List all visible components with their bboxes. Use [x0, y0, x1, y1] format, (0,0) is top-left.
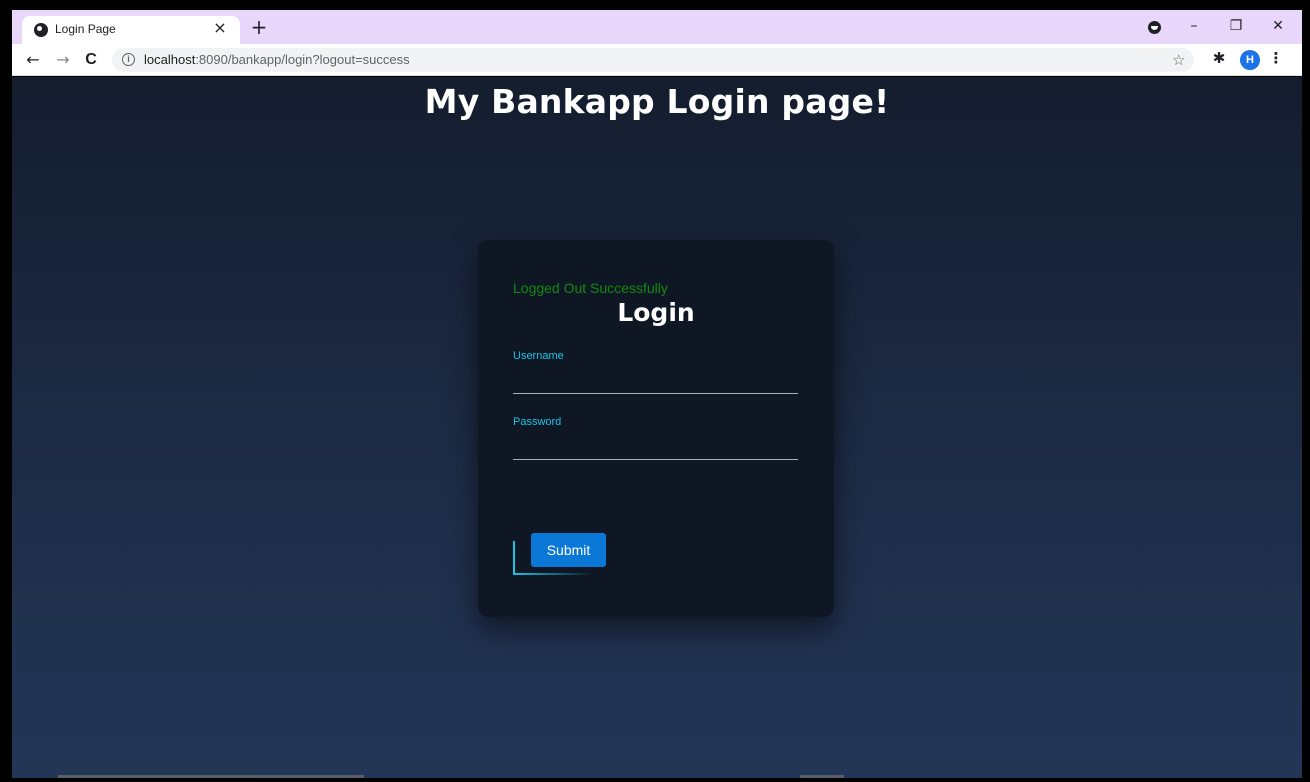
page-title: My Bankapp Login page!	[424, 82, 890, 121]
avatar[interactable]: H	[1240, 50, 1260, 70]
extensions-icon[interactable]: ✱	[1208, 49, 1230, 67]
new-tab-button[interactable]: +	[248, 15, 270, 39]
restore-icon[interactable]: ❐	[1224, 18, 1248, 34]
accent-line	[513, 541, 515, 573]
profile-indicator-icon[interactable]	[1148, 21, 1161, 34]
close-window-icon[interactable]: ✕	[1266, 18, 1290, 34]
submit-button[interactable]: Submit	[531, 533, 606, 567]
url-text: localhost:8090/bankapp/login?logout=succ…	[144, 52, 410, 67]
tab-title: Login Page	[55, 22, 116, 36]
reload-icon[interactable]: C	[80, 49, 102, 71]
address-bar[interactable]: i localhost:8090/bankapp/login?logout=su…	[112, 48, 1194, 72]
browser-toolbar: ← → C i localhost:8090/bankapp/login?log…	[12, 44, 1302, 76]
scrollbar[interactable]	[800, 775, 844, 778]
bookmark-star-icon[interactable]: ☆	[1172, 51, 1185, 69]
login-card: Logged Out Successfully Login Username P…	[478, 240, 834, 617]
login-heading: Login	[617, 298, 695, 327]
username-label: Username	[513, 350, 564, 362]
scrollbar[interactable]	[58, 775, 364, 778]
password-label: Password	[513, 416, 562, 428]
menu-icon[interactable]: ⋮	[1268, 49, 1284, 67]
forward-icon[interactable]: →	[52, 49, 74, 71]
username-field[interactable]	[513, 370, 798, 394]
info-icon[interactable]: i	[122, 53, 135, 66]
globe-icon	[34, 23, 48, 37]
accent-line	[513, 573, 593, 575]
submit-area: Submit	[513, 533, 613, 575]
password-field[interactable]	[513, 436, 798, 460]
tab-strip: Login Page × + – ❐ ✕	[12, 10, 1302, 44]
close-tab-icon[interactable]: ×	[210, 18, 230, 37]
status-message: Logged Out Successfully	[513, 280, 668, 296]
tab-login-page[interactable]: Login Page ×	[22, 16, 240, 44]
back-icon[interactable]: ←	[22, 49, 44, 71]
minimize-icon[interactable]: –	[1182, 18, 1206, 34]
page-viewport: My Bankapp Login page! Logged Out Succes…	[12, 77, 1302, 778]
browser-window: Login Page × + – ❐ ✕ ← → C i localhost:8…	[12, 10, 1302, 778]
